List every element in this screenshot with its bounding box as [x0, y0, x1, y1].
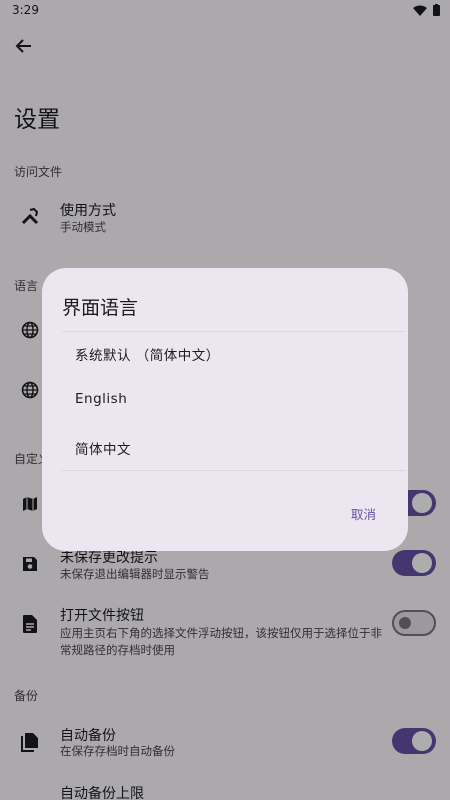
settings-screen: 3:29 设置 访问文件 使用方式 手动模式 语言 自定义 未保存更改提示 未保… — [0, 0, 450, 800]
cancel-label: 取消 — [350, 507, 376, 522]
language-option-system-default[interactable]: 系统默认 （简体中文） — [62, 334, 388, 374]
dialog-divider-bottom — [62, 470, 406, 471]
dialog-title: 界面语言 — [62, 297, 139, 319]
language-option-simplified-chinese[interactable]: 简体中文 — [62, 428, 388, 468]
cancel-button[interactable]: 取消 — [346, 498, 386, 528]
dialog-divider-top — [62, 331, 406, 332]
option-label: 系统默认 （简体中文） — [75, 348, 220, 364]
option-label: English — [75, 391, 128, 407]
option-label: 简体中文 — [75, 442, 131, 458]
language-option-english[interactable]: English — [62, 381, 388, 421]
language-dialog: 界面语言 系统默认 （简体中文） English 简体中文 取消 — [42, 268, 408, 551]
